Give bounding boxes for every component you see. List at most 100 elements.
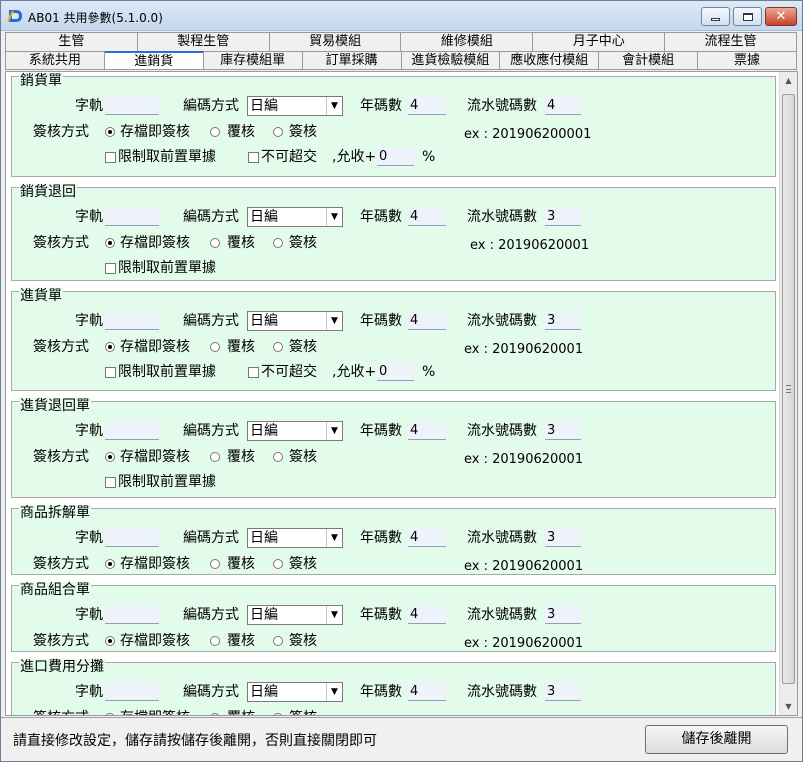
radio-approve[interactable] — [273, 238, 283, 248]
year-digits-input[interactable]: 4 — [408, 208, 446, 226]
scroll-down-arrow-icon[interactable]: ▼ — [780, 698, 797, 715]
scroll-up-arrow-icon[interactable]: ▲ — [780, 72, 797, 89]
radio-save-approve[interactable] — [105, 559, 115, 569]
prefix-input[interactable] — [105, 312, 159, 330]
prefix-label: 字軌 — [75, 607, 103, 623]
serial-digits-input[interactable]: 4 — [545, 97, 581, 115]
encoding-label: 編碼方式 — [183, 607, 239, 623]
chevron-down-icon[interactable]: ▼ — [326, 683, 342, 701]
year-digits-label: 年碼數 — [360, 607, 402, 623]
year-digits-input[interactable]: 4 — [408, 529, 446, 547]
radio-save-approve[interactable] — [105, 636, 115, 646]
tab-lower-5[interactable]: 應收應付模組 — [500, 51, 600, 70]
prefix-label: 字軌 — [75, 530, 103, 546]
approve-mode-label: 簽核方式 — [33, 633, 89, 649]
save-and-exit-button[interactable]: 儲存後離開 — [645, 725, 788, 754]
chevron-down-icon[interactable]: ▼ — [326, 312, 342, 330]
tab-upper-5[interactable]: 流程生管 — [665, 32, 797, 51]
prefix-label: 字軌 — [75, 98, 103, 114]
allow-plus-input[interactable]: 0 — [377, 363, 414, 381]
prefix-input[interactable] — [105, 97, 159, 115]
radio-save-approve[interactable] — [105, 238, 115, 248]
scrollbar-thumb[interactable] — [782, 94, 795, 684]
tab-lower-2[interactable]: 庫存模組單 — [203, 51, 303, 70]
year-digits-input[interactable]: 4 — [408, 97, 446, 115]
chevron-down-icon[interactable]: ▼ — [326, 606, 342, 624]
approve-label: 簽核 — [289, 124, 317, 140]
encoding-select[interactable]: 日編 ▼ — [247, 528, 343, 548]
radio-review[interactable] — [210, 636, 220, 646]
section-title: 商品拆解單 — [19, 505, 91, 521]
tab-upper-4[interactable]: 月子中心 — [533, 32, 666, 51]
serial-digits-input[interactable]: 3 — [545, 422, 581, 440]
tab-upper-1[interactable]: 製程生管 — [137, 32, 270, 51]
encoding-select[interactable]: 日編 ▼ — [247, 207, 343, 227]
radio-approve[interactable] — [273, 342, 283, 352]
limit-prev-checkbox[interactable] — [105, 263, 116, 274]
radio-review[interactable] — [210, 342, 220, 352]
review-label: 覆核 — [227, 339, 255, 355]
vertical-scrollbar[interactable]: ▲ ▼ — [779, 72, 797, 715]
no-overdelivery-checkbox[interactable] — [248, 152, 259, 163]
prefix-input[interactable] — [105, 529, 159, 547]
limit-prev-checkbox[interactable] — [105, 367, 116, 378]
limit-prev-checkbox[interactable] — [105, 152, 116, 163]
chevron-down-icon[interactable]: ▼ — [326, 422, 342, 440]
radio-review[interactable] — [210, 452, 220, 462]
minimize-button[interactable] — [701, 7, 730, 26]
radio-review[interactable] — [210, 713, 220, 715]
tab-lower-0[interactable]: 系統共用 — [5, 51, 105, 70]
tab-lower-7[interactable]: 票據 — [698, 51, 797, 70]
tab-upper-2[interactable]: 貿易模組 — [269, 32, 402, 51]
radio-approve[interactable] — [273, 636, 283, 646]
tab-lower-3[interactable]: 訂單採購 — [302, 51, 402, 70]
radio-approve[interactable] — [273, 127, 283, 137]
serial-digits-input[interactable]: 3 — [545, 683, 581, 701]
approve-label: 簽核 — [289, 235, 317, 251]
prefix-input[interactable] — [105, 208, 159, 226]
radio-save-approve[interactable] — [105, 713, 115, 715]
prefix-input[interactable] — [105, 606, 159, 624]
example-text: ex : 20190620001 — [464, 636, 584, 651]
chevron-down-icon[interactable]: ▼ — [326, 97, 342, 115]
year-digits-input[interactable]: 4 — [408, 312, 446, 330]
year-digits-input[interactable]: 4 — [408, 606, 446, 624]
encoding-select[interactable]: 日編 ▼ — [247, 311, 343, 331]
tab-upper-0[interactable]: 生管 — [5, 32, 138, 51]
radio-approve[interactable] — [273, 452, 283, 462]
year-digits-label: 年碼數 — [360, 209, 402, 225]
tab-lower-1[interactable]: 進銷貨 — [104, 51, 204, 70]
prefix-input[interactable] — [105, 683, 159, 701]
chevron-down-icon[interactable]: ▼ — [326, 529, 342, 547]
encoding-select[interactable]: 日編 ▼ — [247, 421, 343, 441]
tab-lower-6[interactable]: 會計模組 — [599, 51, 699, 70]
tab-upper-3[interactable]: 維修模組 — [401, 32, 534, 51]
radio-save-approve[interactable] — [105, 127, 115, 137]
encoding-select[interactable]: 日編 ▼ — [247, 605, 343, 625]
chevron-down-icon[interactable]: ▼ — [326, 208, 342, 226]
serial-digits-input[interactable]: 3 — [545, 208, 581, 226]
allow-plus-input[interactable]: 0 — [377, 148, 414, 166]
radio-approve[interactable] — [273, 713, 283, 715]
maximize-button[interactable] — [733, 7, 762, 26]
limit-prev-checkbox[interactable] — [105, 477, 116, 488]
encoding-select[interactable]: 日編 ▼ — [247, 96, 343, 116]
no-overdelivery-checkbox[interactable] — [248, 367, 259, 378]
radio-approve[interactable] — [273, 559, 283, 569]
close-button[interactable]: ✕ — [765, 7, 797, 26]
serial-digits-input[interactable]: 3 — [545, 312, 581, 330]
prefix-input[interactable] — [105, 422, 159, 440]
tab-lower-4[interactable]: 進貨檢驗模組 — [401, 51, 501, 70]
serial-digits-input[interactable]: 3 — [545, 606, 581, 624]
radio-review[interactable] — [210, 238, 220, 248]
radio-review[interactable] — [210, 559, 220, 569]
radio-review[interactable] — [210, 127, 220, 137]
tab-panel: 銷貨單 字軌 編碼方式 日編 ▼ 年碼數 4 流水號碼數 4 簽核方式 存檔即簽核 覆核 簽核 ex : … — [5, 71, 798, 716]
encoding-select[interactable]: 日編 ▼ — [247, 682, 343, 702]
serial-digits-input[interactable]: 3 — [545, 529, 581, 547]
radio-save-approve[interactable] — [105, 342, 115, 352]
prefix-label: 字軌 — [75, 423, 103, 439]
year-digits-input[interactable]: 4 — [408, 422, 446, 440]
year-digits-input[interactable]: 4 — [408, 683, 446, 701]
radio-save-approve[interactable] — [105, 452, 115, 462]
